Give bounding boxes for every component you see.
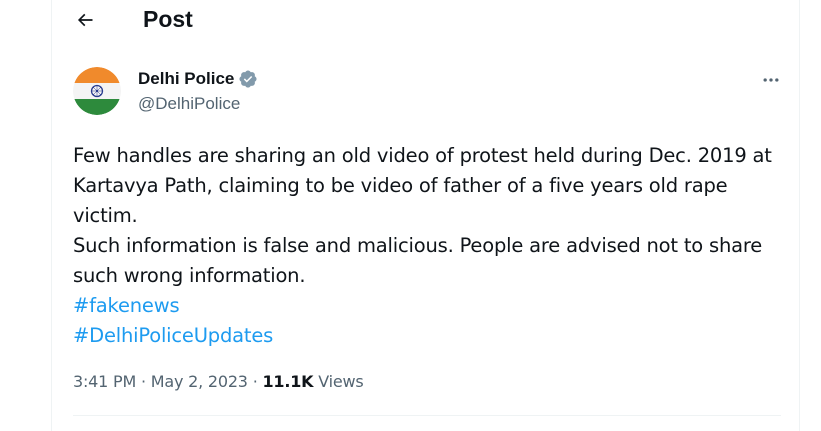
tweet-date[interactable]: May 2, 2023 — [151, 372, 248, 391]
tweet-text-line: Few handles are sharing an old video of … — [73, 144, 772, 167]
author-display-name: Delhi Police — [138, 69, 235, 88]
arrow-left-icon — [77, 13, 93, 27]
back-button[interactable] — [71, 6, 99, 34]
divider — [73, 415, 781, 416]
avatar[interactable] — [73, 67, 121, 115]
more-horizontal-icon — [763, 78, 779, 82]
views-count: 11.1K — [262, 372, 314, 391]
hashtag-link[interactable]: #fakenews — [73, 291, 783, 321]
post-header: Post — [52, 0, 799, 40]
tweet-text-line: Kartavya Path, claiming to be video of f… — [73, 174, 728, 197]
tweet-text-line: Such information is false and malicious.… — [73, 234, 763, 257]
views-label: Views — [318, 372, 364, 391]
meta-separator: · — [252, 372, 258, 391]
meta-separator: · — [140, 372, 146, 391]
more-options-button[interactable] — [755, 66, 787, 94]
tweet-time[interactable]: 3:41 PM — [73, 372, 136, 391]
author-handle[interactable]: @DelhiPolice — [138, 93, 240, 115]
author-name[interactable]: Delhi Police — [138, 67, 258, 91]
tweet-meta: 3:41 PM · May 2, 2023 · 11.1K Views — [73, 371, 364, 393]
verified-badge-icon — [239, 70, 257, 88]
post-column: Post Delhi Police @DelhiPolice Few handl… — [51, 0, 800, 431]
tweet-text-line: such wrong information. — [73, 264, 306, 287]
indian-flag-avatar — [73, 67, 121, 115]
tweet-text-line: victim. — [73, 204, 138, 227]
hashtag-link[interactable]: #DelhiPoliceUpdates — [73, 321, 783, 351]
page-title: Post — [143, 6, 193, 32]
tweet-text: Few handles are sharing an old video of … — [73, 141, 783, 351]
